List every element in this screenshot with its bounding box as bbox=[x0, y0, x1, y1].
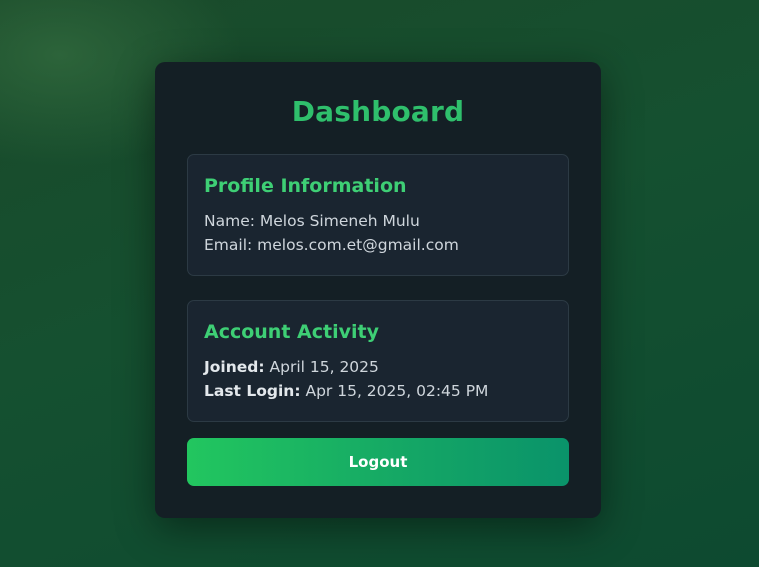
logout-button[interactable]: Logout bbox=[187, 438, 569, 486]
last-login-label: Last Login: bbox=[204, 382, 301, 400]
profile-information-section: Profile Information Name: Melos Simeneh … bbox=[187, 154, 569, 276]
last-login-row: Last Login: Apr 15, 2025, 02:45 PM bbox=[204, 379, 552, 403]
page-title: Dashboard bbox=[291, 95, 465, 128]
activity-section-title: Account Activity bbox=[204, 321, 379, 343]
name-label: Name: bbox=[204, 212, 255, 230]
profile-section-title: Profile Information bbox=[204, 175, 407, 197]
name-value: Melos Simeneh Mulu bbox=[259, 212, 420, 230]
profile-name-row: Name: Melos Simeneh Mulu bbox=[204, 209, 552, 233]
joined-row: Joined: April 15, 2025 bbox=[204, 355, 552, 379]
profile-email-row: Email: melos.com.et@gmail.com bbox=[204, 233, 552, 257]
account-activity-section: Account Activity Joined: April 15, 2025 … bbox=[187, 300, 569, 422]
joined-value: April 15, 2025 bbox=[269, 358, 379, 376]
last-login-value: Apr 15, 2025, 02:45 PM bbox=[305, 382, 489, 400]
dashboard-card: Dashboard Profile Information Name: Melo… bbox=[155, 62, 601, 518]
email-label: Email: bbox=[204, 236, 253, 254]
joined-label: Joined: bbox=[204, 358, 265, 376]
email-value: melos.com.et@gmail.com bbox=[257, 236, 459, 254]
